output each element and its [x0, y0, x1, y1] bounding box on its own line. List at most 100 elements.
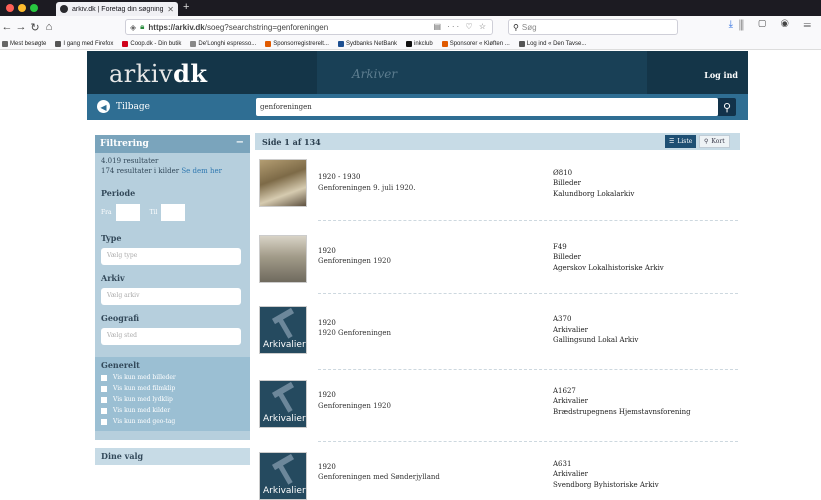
tab-title: arkiv.dk | Foretag din søgning	[72, 5, 164, 13]
header-script-text: Arkiver	[352, 67, 398, 81]
geography-select[interactable]: Vælg sted	[101, 328, 241, 345]
result-title[interactable]: Genforeningen med Sønderjylland	[318, 473, 440, 481]
url-host: https://arkiv.dk	[148, 22, 205, 32]
bookmark-icon	[337, 40, 344, 47]
bookmark-item[interactable]: Log ind « Den Tavse...	[518, 40, 586, 47]
archive-select[interactable]: Vælg arkiv	[101, 288, 241, 305]
back-button[interactable]: ◀ Tilbage	[97, 100, 150, 113]
bookmark-icon	[2, 40, 8, 47]
period-label: Periode	[101, 188, 136, 198]
browser-tab[interactable]: arkiv.dk | Foretag din søgning ✕	[56, 2, 178, 16]
result-thumbnail[interactable]: Arkivalier	[259, 306, 307, 354]
page-actions-icon[interactable]: ▤ ··· ♡ ☆	[433, 22, 488, 31]
bookmark-item[interactable]: Sydbanks NetBank	[337, 40, 397, 47]
download-icon[interactable]: ⤓	[729, 19, 739, 30]
bookmark-label: De'Longhi espresso...	[198, 40, 257, 47]
bookmark-item[interactable]: inkclub	[406, 40, 433, 47]
checkbox-sources[interactable]: Vis kun med kilder	[101, 407, 244, 414]
site-favicon-icon	[60, 5, 68, 13]
result-id: A370	[553, 315, 572, 323]
site-logo[interactable]: arkivdk	[109, 59, 207, 88]
checkbox-label: Vis kun med kilder	[113, 407, 171, 414]
checkbox-label: Vis kun med filmklip	[113, 385, 176, 392]
result-divider	[318, 293, 738, 294]
map-view-button[interactable]: ⚲ Kort	[699, 135, 730, 148]
result-archive: Kalundborg Lokalarkiv	[553, 190, 635, 198]
result-thumbnail[interactable]	[259, 235, 307, 283]
result-title[interactable]: Genforeningen 1920	[318, 257, 391, 265]
search-icon: ⚲	[722, 101, 732, 114]
result-item[interactable]: Arkivalier 1920 Genforeningen med Sønder…	[255, 448, 740, 500]
checkbox[interactable]	[101, 418, 107, 425]
checkbox-film[interactable]: Vis kun med filmklip	[101, 385, 244, 392]
result-thumbnail[interactable]: Arkivalier	[259, 380, 307, 428]
result-title[interactable]: Genforeningen 1920	[318, 402, 391, 410]
result-id: F49	[553, 243, 567, 251]
logo-part-dk: dk	[173, 59, 208, 88]
checkbox-images[interactable]: Vis kun med billeder	[101, 374, 244, 381]
checkbox-geotag[interactable]: Vis kun med geo-tag	[101, 418, 244, 425]
login-link[interactable]: Log ind	[704, 70, 738, 80]
home-icon[interactable]: ⌂	[42, 21, 56, 33]
hammer-icon	[276, 389, 293, 413]
bookmark-item[interactable]: Sponsorregistrerelt...	[265, 40, 329, 47]
url-text: https://arkiv.dk/soeg?searchstring=genfo…	[148, 23, 328, 32]
checkbox[interactable]	[101, 396, 107, 403]
result-thumbnail[interactable]	[259, 159, 307, 207]
bookmark-icon	[441, 40, 448, 47]
search-row: ◀ Tilbage genforeningen ⚲	[87, 94, 748, 120]
result-item[interactable]: Arkivalier 1920 1920 Genforeningen A370 …	[255, 302, 740, 374]
source-count-text: 174 resultater i kilder	[101, 167, 180, 175]
toolbar-icons[interactable]: ⤓⫼ ▢ ◉ ☰	[729, 19, 817, 30]
minimize-window-icon[interactable]	[18, 4, 26, 12]
url-path: /soeg?searchstring=genforeningen	[204, 22, 329, 32]
arrow-left-icon: ◀	[97, 100, 110, 113]
hammer-icon	[276, 461, 293, 485]
to-label: Til	[149, 209, 158, 216]
result-item[interactable]: 1920 - 1930 Genforeningen 9. juli 1920. …	[255, 155, 740, 227]
to-year-input[interactable]	[161, 204, 186, 221]
checkbox[interactable]	[101, 385, 107, 392]
result-thumbnail[interactable]: Arkivalier	[259, 452, 307, 500]
period-fields: Fra Til	[101, 204, 244, 221]
checkbox[interactable]	[101, 374, 107, 381]
bookmark-item[interactable]: Coop.dk - Din butik	[122, 40, 181, 47]
site-search-input[interactable]: genforeningen	[256, 98, 718, 116]
see-sources-link[interactable]: Se dem her	[181, 167, 222, 175]
result-title[interactable]: Genforeningen 9. juli 1920.	[318, 184, 415, 192]
checkbox-audio[interactable]: Vis kun med lydklip	[101, 396, 244, 403]
maximize-window-icon[interactable]	[30, 4, 38, 12]
bookmark-label: I gang med Firefox	[63, 40, 114, 47]
general-label: Generelt	[101, 360, 140, 370]
close-tab-icon[interactable]: ✕	[167, 5, 174, 14]
result-archive: Brædstrupegnens Hjemstavnsforening	[553, 408, 691, 416]
general-section: Generelt Vis kun med billeder Vis kun me…	[95, 357, 250, 431]
result-type: Arkivalier	[553, 397, 588, 405]
bookmark-item[interactable]: De'Longhi espresso...	[190, 40, 257, 47]
result-title[interactable]: 1920 Genforeningen	[318, 329, 391, 337]
result-item[interactable]: Arkivalier 1920 Genforeningen 1920 A1627…	[255, 376, 740, 448]
filter-title: Filtrering	[100, 139, 149, 149]
bookmark-item[interactable]: I gang med Firefox	[55, 40, 114, 47]
bookmark-item[interactable]: Mest besøgte	[2, 40, 46, 47]
type-select[interactable]: Vælg type	[101, 248, 241, 265]
search-placeholder: Søg	[521, 22, 537, 32]
list-view-button[interactable]: ☰ Liste	[665, 135, 697, 148]
back-arrow-icon[interactable]: ←	[0, 21, 14, 33]
shield-icon: ◈	[130, 22, 137, 32]
url-bar[interactable]: ◈ 🔒︎ https://arkiv.dk/soeg?searchstring=…	[125, 19, 493, 35]
browser-search-field[interactable]: ⚲ Søg	[508, 19, 678, 35]
collapse-icon[interactable]: −	[236, 137, 244, 148]
from-year-input[interactable]	[115, 204, 140, 221]
bookmark-icon	[122, 40, 129, 47]
forward-arrow-icon[interactable]: →	[14, 21, 28, 33]
checkbox[interactable]	[101, 407, 107, 414]
logo-part-arkiv: arkiv	[109, 60, 174, 88]
new-tab-icon[interactable]: +	[183, 1, 189, 13]
map-view-label: Kort	[711, 138, 725, 145]
close-window-icon[interactable]	[6, 4, 14, 12]
type-label: Type	[101, 233, 122, 243]
search-button[interactable]: ⚲	[718, 98, 736, 116]
bookmark-item[interactable]: Sponsorer « Kløften ...	[441, 40, 510, 47]
reload-icon[interactable]: ↻	[28, 21, 42, 34]
